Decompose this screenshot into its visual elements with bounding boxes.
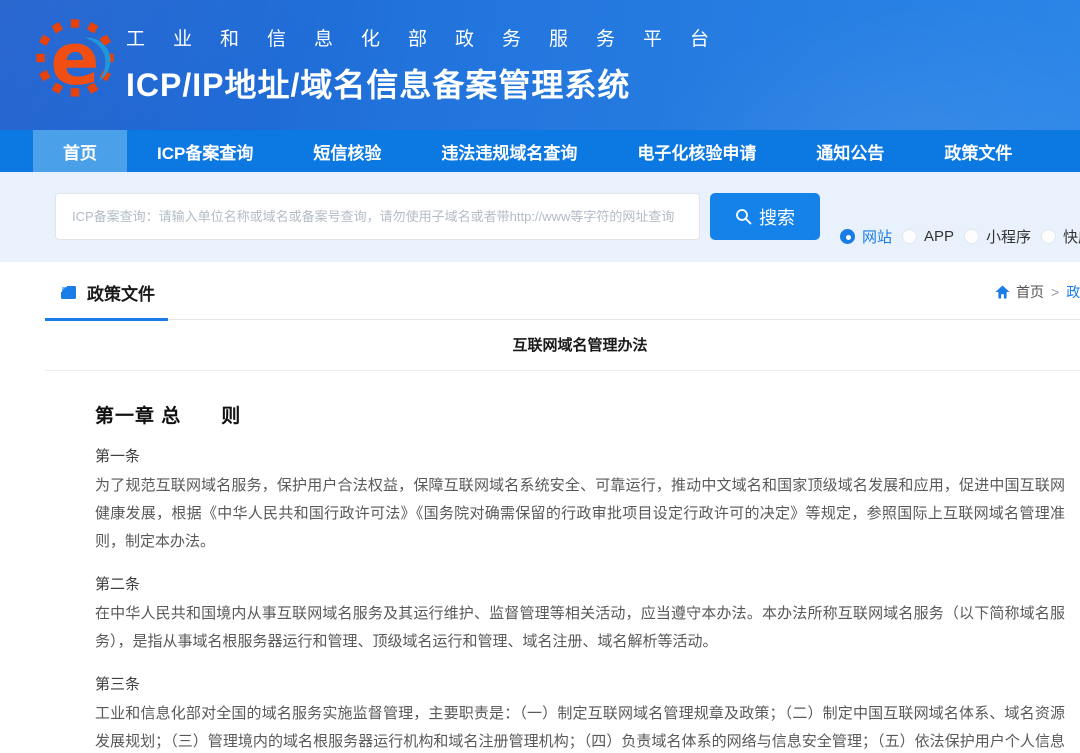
search-band: 搜索 网站 APP 小程序 快应用 — [0, 172, 1080, 262]
platform-name: 工业和信息化部政务服务平台 — [126, 24, 1080, 51]
page: e 工业和信息化部政务服务平台 ICP/IP地址/域名信息备案管理系统 首页 I… — [0, 0, 1080, 753]
search-type-radio[interactable]: 小程序 — [964, 226, 1031, 247]
articles-container: 第一条 为了规范互联网域名服务，保护用户合法权益，保障互联网域名系统安全、可靠运… — [95, 445, 1065, 753]
radio-circle-icon — [902, 229, 917, 244]
search-type-radio[interactable]: 快应用 — [1041, 226, 1080, 247]
content-area: 政策文件 首页 > 政策文件 互联网域名管理办法 第一章 总 则 第一条 为了规… — [0, 262, 1080, 753]
nav-item[interactable]: 短信核验 — [283, 130, 411, 172]
radio-label: 小程序 — [986, 226, 1031, 247]
nav-item-label: 政策文件 — [944, 139, 1012, 164]
book-icon — [60, 284, 78, 301]
search-type-radio[interactable]: APP — [902, 228, 954, 245]
section-header: 政策文件 首页 > 政策文件 — [45, 278, 1080, 320]
radio-label: APP — [924, 228, 954, 245]
radio-label: 快应用 — [1063, 226, 1080, 247]
nav-item[interactable]: ICP备案查询 — [127, 130, 283, 172]
search-row: 搜索 — [55, 193, 820, 240]
chapter-title: 第一章 总 则 — [95, 401, 1065, 428]
radio-circle-icon — [1041, 229, 1056, 244]
main-nav: 首页 ICP备案查询 短信核验 违法违规域名查询 电子化核验申请 通知公告 政策… — [0, 130, 1080, 172]
nav-item-label: 通知公告 — [816, 139, 884, 164]
nav-item[interactable]: 违法违规域名查询 — [411, 130, 607, 172]
header-text-block: 工业和信息化部政务服务平台 ICP/IP地址/域名信息备案管理系统 — [0, 0, 1080, 106]
search-icon — [735, 208, 752, 225]
nav-item-label: ICP备案查询 — [157, 139, 253, 164]
radio-circle-icon — [964, 229, 979, 244]
breadcrumb-current: 政策文件 — [1066, 282, 1080, 302]
section-title: 政策文件 — [87, 280, 155, 305]
nav-item[interactable]: 通知公告 — [786, 130, 914, 172]
article-heading: 第二条 — [95, 573, 1065, 594]
radio-circle-icon — [840, 229, 855, 244]
section-title-underline — [45, 318, 168, 321]
article-body: 为了规范互联网域名服务，保护用户合法权益，保障互联网域名系统安全、可靠运行，推动… — [95, 472, 1065, 556]
breadcrumb-home-link[interactable]: 首页 — [1016, 282, 1044, 302]
article: 第一条 为了规范互联网域名服务，保护用户合法权益，保障互联网域名系统安全、可靠运… — [95, 445, 1065, 556]
document-divider — [45, 370, 1080, 371]
nav-item-label: 电子化核验申请 — [637, 139, 756, 164]
article-heading: 第三条 — [95, 673, 1065, 694]
nav-item[interactable]: 政策文件 — [914, 130, 1042, 172]
system-title: ICP/IP地址/域名信息备案管理系统 — [126, 60, 1080, 106]
search-input[interactable] — [55, 193, 700, 240]
site-header: e 工业和信息化部政务服务平台 ICP/IP地址/域名信息备案管理系统 — [0, 0, 1080, 130]
nav-item-label: 违法违规域名查询 — [441, 139, 577, 164]
article: 第二条 在中华人民共和国境内从事互联网域名服务及其运行维护、监督管理等相关活动，… — [95, 573, 1065, 656]
nav-item[interactable]: 首页 — [33, 130, 127, 172]
search-type-radio[interactable]: 网站 — [840, 226, 892, 247]
search-type-radio-group: 网站 APP 小程序 快应用 — [840, 226, 1080, 247]
article-heading: 第一条 — [95, 445, 1065, 466]
breadcrumb-separator: > — [1051, 284, 1059, 300]
nav-item[interactable]: 电子化核验申请 — [607, 130, 786, 172]
radio-label: 网站 — [862, 226, 892, 247]
search-button[interactable]: 搜索 — [710, 193, 820, 240]
search-button-label: 搜索 — [759, 204, 795, 230]
document-title: 互联网域名管理办法 — [0, 320, 1080, 370]
article-body: 工业和信息化部对全国的域名服务实施监督管理，主要职责是：（一）制定互联网域名管理… — [95, 700, 1065, 753]
article: 第三条 工业和信息化部对全国的域名服务实施监督管理，主要职责是：（一）制定互联网… — [95, 673, 1065, 753]
breadcrumb: 首页 > 政策文件 — [995, 282, 1080, 302]
article-body: 在中华人民共和国境内从事互联网域名服务及其运行维护、监督管理等相关活动，应当遵守… — [95, 600, 1065, 656]
home-icon — [995, 285, 1010, 299]
nav-item-label: 首页 — [63, 139, 97, 164]
nav-item-label: 短信核验 — [313, 139, 381, 164]
document-body: 第一章 总 则 第一条 为了规范互联网域名服务，保护用户合法权益，保障互联网域名… — [95, 401, 1065, 753]
